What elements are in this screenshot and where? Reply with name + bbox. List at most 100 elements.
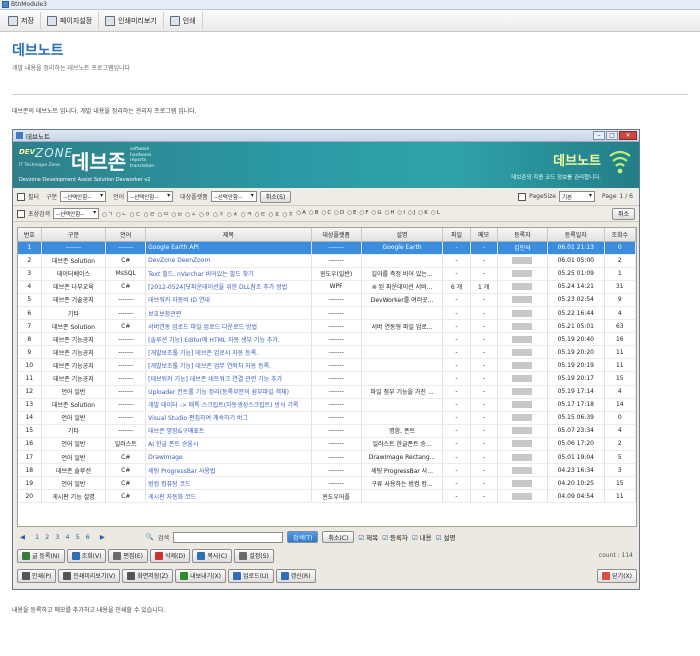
initial-letter-radio[interactable]: ㅎ bbox=[282, 210, 293, 218]
initial-letter-radio[interactable]: ㄴ bbox=[116, 210, 127, 218]
initial-letter-radio[interactable]: ㅇ bbox=[199, 210, 210, 218]
initial-letter-radio[interactable]: ㅋ bbox=[241, 210, 252, 218]
next-page-button[interactable]: ▶ bbox=[97, 533, 108, 541]
initial-letter-radio[interactable]: F bbox=[360, 210, 368, 218]
initial-letter-radio[interactable]: K bbox=[418, 210, 428, 218]
copy-button[interactable]: 복사(C) bbox=[192, 548, 233, 563]
table-row[interactable]: 17 언어 일반 C# DrawImage ------- DrawImage Recta… bbox=[18, 450, 636, 465]
initial-letter-radio[interactable]: J bbox=[408, 210, 416, 218]
initial-letter-radio[interactable]: G bbox=[372, 210, 381, 218]
initial-letter-radio[interactable]: ㄷ bbox=[130, 210, 141, 218]
initial-letter-radio[interactable]: A bbox=[296, 210, 306, 218]
initial-letter-radio[interactable]: ㅊ bbox=[227, 210, 238, 218]
column-header[interactable]: 대상플랫폼 bbox=[311, 228, 362, 242]
initial-cancel-button[interactable]: 취소 bbox=[611, 207, 635, 220]
initial-letter-radio[interactable]: ㅌ bbox=[255, 210, 266, 218]
print-preview-button[interactable]: 인쇄미리보기 bbox=[99, 12, 164, 29]
initial-letter-radio[interactable]: ㄹ bbox=[144, 210, 155, 218]
initial-letter-radio[interactable]: ㅅ bbox=[185, 210, 196, 218]
table-row[interactable]: 14 언어 일반 ------- Visual Studio 편집하여 계속하기 버그… bbox=[18, 411, 636, 425]
initial-select[interactable]: --선택안함-- bbox=[53, 208, 100, 219]
column-header[interactable]: 구분 bbox=[41, 228, 107, 242]
table-row[interactable]: 20 게시판 기능 설명 C# 게시판 자동화 코드 윈도우어플 - - 04.09 04:5… bbox=[18, 489, 636, 504]
edit-button[interactable]: 편집(E) bbox=[108, 548, 148, 563]
search-cancel-button[interactable]: 취소(C) bbox=[322, 531, 355, 543]
table-row[interactable]: 8 데브존 기능공지 ------- [솔루션 기능] Editor에 HTML 자동… bbox=[18, 332, 636, 347]
table-row[interactable]: 11 데브존 기능공지 ------- [데브워커 기능] 데브존 네트워크 연결 관… bbox=[18, 371, 636, 386]
check-content[interactable]: 내용 bbox=[412, 532, 432, 542]
search-input[interactable] bbox=[172, 531, 283, 543]
initial-letter-radio[interactable]: I bbox=[398, 210, 405, 218]
page-link[interactable]: 5 bbox=[73, 533, 83, 541]
page-link[interactable]: 3 bbox=[52, 533, 62, 541]
pagesize-select[interactable]: 기본 bbox=[558, 191, 595, 202]
table-row[interactable]: 18 데브존 솔루션 C# 세팅 ProgressBar 사용법 ------- 세팅 P… bbox=[18, 463, 636, 478]
category-select[interactable]: --선택안함-- bbox=[60, 191, 107, 202]
check-title[interactable]: 제목 bbox=[358, 532, 378, 542]
initial-letter-radio[interactable]: C bbox=[322, 210, 331, 218]
maximize-button[interactable]: □ bbox=[606, 131, 618, 140]
table-row[interactable]: 3 데이터베이스 MsSQL Text 필드, nVarchar 비어있는 필드 찾기… bbox=[18, 267, 636, 281]
column-header[interactable]: 언어 bbox=[105, 228, 147, 242]
first-page-button[interactable]: ◀ bbox=[17, 533, 28, 541]
table-row[interactable]: 16 언어 일반 일러스트 AI 한글 폰트 승움시 ------- 일러스트 한글폰트 … bbox=[18, 437, 636, 452]
initial-letter-radio[interactable]: L bbox=[431, 210, 440, 218]
table-row[interactable]: 1 ------- ------- Google Earth API ------- Go… bbox=[18, 241, 636, 255]
upload-button[interactable]: 업로드(U) bbox=[228, 568, 274, 583]
table-row[interactable]: 4 데브존 나부교육 C# [2012-0524]닷파운데이션을 위한 DLL참조 추… bbox=[18, 280, 636, 294]
refresh-button[interactable]: 갱신(R) bbox=[275, 568, 316, 583]
export-button[interactable]: 내보내기(X) bbox=[175, 568, 227, 583]
page-link[interactable]: 2 bbox=[42, 533, 52, 541]
initial-letter-list[interactable]: ㄱㄴㄷㄹㅁㅂㅅㅇㅈㅊㅋㅌㅍㅎABCDEFGHIJKL bbox=[102, 210, 440, 218]
table-row[interactable]: 2 데브존 Solution C# DevZone DeenZoom ------- - -… bbox=[18, 254, 636, 268]
table-row[interactable]: 9 데브존 기능공지 ------- [개발보조툴 기능] 데브존 업로서 자동 등록… bbox=[18, 345, 636, 360]
initial-letter-radio[interactable]: E bbox=[347, 210, 356, 218]
view-button[interactable]: 조회(V) bbox=[66, 548, 107, 563]
initial-letter-radio[interactable]: ㅁ bbox=[158, 210, 168, 218]
column-header[interactable]: 제목 bbox=[145, 228, 312, 242]
column-header[interactable]: 메모 bbox=[470, 228, 498, 242]
page-setup-button[interactable]: 페이지설정 bbox=[41, 12, 100, 29]
notes-grid[interactable]: 번호 구분 언어 제목 대상플랫폼 설명 파일 메모 등록자 등록일자 조회수 1 ------- --… bbox=[17, 227, 637, 527]
initial-letter-radio[interactable]: D bbox=[334, 210, 344, 218]
print-preview-button[interactable]: 인쇄미리보기(V) bbox=[58, 568, 121, 583]
language-select[interactable]: --선택안함-- bbox=[127, 191, 174, 202]
print-button[interactable]: 인쇄(P) bbox=[17, 568, 57, 583]
page-link[interactable]: 1 bbox=[32, 533, 42, 541]
table-row[interactable]: 12 언어 일반 ------- Uploader 컨트롤 기능 정리(등록부분의 쉼… bbox=[18, 385, 636, 399]
minimize-button[interactable]: – bbox=[593, 131, 605, 140]
table-row[interactable]: 7 데브존 Solution C# 서버연동 업로드 파일 업로드 다운로드 방법 --… bbox=[18, 319, 636, 334]
check-description[interactable]: 설명 bbox=[436, 532, 456, 542]
column-header[interactable]: 등록일자 bbox=[547, 228, 605, 242]
column-header[interactable]: 파일 bbox=[442, 228, 471, 242]
screen-save-button[interactable]: 화면저장(Z) bbox=[122, 568, 174, 583]
initial-letter-radio[interactable]: ㅂ bbox=[171, 210, 182, 218]
initial-letter-radio[interactable]: ㅈ bbox=[213, 210, 224, 218]
table-row[interactable]: 13 데브존 Solution ------- 개발 데이터 -> 매톡 스크립트(자… bbox=[18, 398, 636, 412]
print-button[interactable]: 인쇄 bbox=[164, 12, 203, 29]
delete-button[interactable]: 삭제(D) bbox=[149, 548, 191, 563]
add-button[interactable]: 글 등록(N) bbox=[17, 548, 65, 563]
column-header[interactable]: 설명 bbox=[361, 228, 444, 242]
table-row[interactable]: 6 기타 ------- 보호보장관련 ------- - -05.22 16:44 4 bbox=[18, 306, 636, 321]
filter-cancel-button[interactable]: 취소(S) bbox=[259, 190, 292, 203]
column-header[interactable]: 등록자 bbox=[497, 228, 549, 242]
settings-button[interactable]: 설정(S) bbox=[234, 548, 274, 563]
initial-letter-radio[interactable]: ㄱ bbox=[102, 210, 113, 218]
check-author[interactable]: 등록자 bbox=[382, 532, 408, 542]
table-row[interactable]: 19 언어 일반 C# 범컴 컴퓨팅 코드 ------- 구류 사용하는 범컴 컴...… bbox=[18, 476, 636, 491]
initial-letter-radio[interactable]: B bbox=[309, 210, 319, 218]
search-button[interactable]: 검색(T) bbox=[286, 531, 319, 543]
initial-letter-radio[interactable]: H bbox=[385, 210, 394, 218]
initial-letter-radio[interactable]: ㅍ bbox=[269, 210, 279, 218]
table-row[interactable]: 10 데브존 기능공지 ------- [개발보조툴 기능] 데브존 업무 연락처 자… bbox=[18, 358, 636, 373]
target-select[interactable]: --선택안함-- bbox=[210, 191, 257, 202]
page-link[interactable]: 4 bbox=[62, 533, 72, 541]
page-link[interactable]: 6 bbox=[83, 533, 93, 541]
save-button[interactable]: 저장 bbox=[2, 12, 41, 29]
close-window-button[interactable]: ✕ bbox=[619, 131, 637, 140]
column-header[interactable]: 조회수 bbox=[604, 228, 636, 242]
column-header[interactable]: 번호 bbox=[18, 228, 42, 242]
close-button[interactable]: 닫기(X) bbox=[597, 568, 637, 583]
table-row[interactable]: 5 데브존 기술공지 ------- 데브워커 자동비 ID 연대 ------- Dev… bbox=[18, 293, 636, 307]
